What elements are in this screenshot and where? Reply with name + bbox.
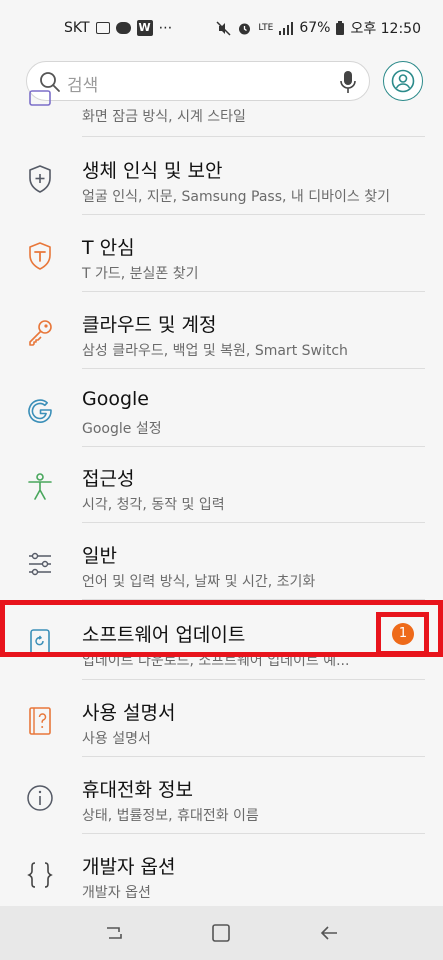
mute-icon [216,20,231,36]
network-type-label: LTE [258,23,274,33]
more-notifications-icon: ⋯ [158,20,173,36]
settings-item-title: 사용 설명서 [82,702,176,724]
signal-icon [279,21,294,35]
alarm-icon [239,23,251,34]
t-guard-icon [29,242,51,270]
settings-item-title: 휴대전화 정보 [82,779,193,801]
divider [82,833,425,834]
divider [82,446,425,447]
divider [82,599,425,600]
settings-item-subtitle: T 가드, 분실폰 찾기 [82,266,199,282]
shield-icon [29,165,51,193]
braces-icon [27,862,53,888]
w-app-notification-icon: W [136,20,153,36]
battery-percent: 67% [299,20,331,36]
status-bar: SKT W ⋯ LTE 67% 오후 12:50 [0,0,443,56]
divider [82,214,425,215]
carrier-label: SKT [64,20,90,36]
status-right: LTE 67% 오후 12:50 [216,18,421,38]
settings-item-google[interactable]: Google Google 설정 [0,372,443,449]
divider [82,291,425,292]
accessibility-icon [28,473,52,500]
settings-item-subtitle: 사용 설명서 [82,731,151,747]
lock-screen-icon [29,90,51,106]
settings-item-subtitle: 화면 잠금 방식, 시계 스타일 [82,109,246,125]
settings-item-subtitle: 업데이트 다운로드, 소프트웨어 업데이트 예... [82,653,350,669]
settings-item-developer-options[interactable]: 개발자 옵션 개발자 옵션 [0,836,443,913]
settings-item-title: 생체 인식 및 보안 [82,160,223,182]
settings-item-biometrics-security[interactable]: 생체 인식 및 보안 얼굴 인식, 지문, Samsung Pass, 내 디바… [0,140,443,217]
settings-item-user-manual[interactable]: 사용 설명서 사용 설명서 [0,682,443,759]
settings-item-title: 일반 [82,545,117,567]
manual-icon [29,707,51,735]
settings-item-title: 개발자 옵션 [82,856,176,878]
settings-item-title: T 안심 [82,237,135,259]
recent-apps-icon[interactable] [103,922,125,944]
key-icon [29,320,52,346]
settings-item-title: 접근성 [82,468,135,490]
settings-item-title: 클라우드 및 계정 [82,314,217,336]
battery-icon [336,21,345,35]
navigation-bar [0,906,443,960]
info-icon [27,785,53,811]
settings-item-accessibility[interactable]: 접근성 시각, 청각, 동작 및 입력 [0,448,443,525]
settings-item-software-update[interactable]: 소프트웨어 업데이트 업데이트 다운로드, 소프트웨어 업데이트 예... [0,604,443,681]
gallery-notification-icon [95,22,110,34]
settings-item-title: Google [82,388,150,410]
update-count-badge: 1 [392,623,414,645]
settings-item-cloud-accounts[interactable]: 클라우드 및 계정 삼성 클라우드, 백업 및 복원, Smart Switch [0,294,443,371]
settings-item-subtitle: 얼굴 인식, 지문, Samsung Pass, 내 디바이스 찾기 [82,189,390,205]
home-icon[interactable] [210,922,232,944]
settings-item-subtitle: 상태, 법률정보, 휴대전화 이름 [82,808,259,824]
sliders-icon [29,552,51,576]
settings-item-subtitle: Google 설정 [82,421,162,437]
divider [82,368,425,369]
divider [82,756,425,757]
settings-item-general[interactable]: 일반 언어 및 입력 방식, 날짜 및 시간, 초기화 [0,525,443,602]
settings-item-phone-info[interactable]: 휴대전화 정보 상태, 법률정보, 휴대전화 이름 [0,759,443,836]
settings-item-subtitle: 시각, 청각, 동작 및 입력 [82,497,225,513]
software-update-icon [30,629,50,657]
divider [82,136,425,137]
google-icon [28,399,52,423]
status-left: SKT W ⋯ [64,20,173,36]
settings-item-t-guard[interactable]: T 안심 T 가드, 분실폰 찾기 [0,217,443,294]
settings-item-subtitle: 삼성 클라우드, 백업 및 복원, Smart Switch [82,343,348,359]
settings-item-title: 소프트웨어 업데이트 [82,624,246,646]
settings-item-subtitle: 개발자 옵션 [82,885,151,901]
settings-item-subtitle: 언어 및 입력 방식, 날짜 및 시간, 초기화 [82,574,316,590]
clock: 오후 12:50 [350,21,421,37]
talk-notification-icon [115,22,131,34]
divider [82,679,425,680]
back-icon[interactable] [318,922,340,944]
divider [82,522,425,523]
settings-item-lock-screen[interactable]: 화면 잠금 방식, 시계 스타일 [0,60,443,137]
